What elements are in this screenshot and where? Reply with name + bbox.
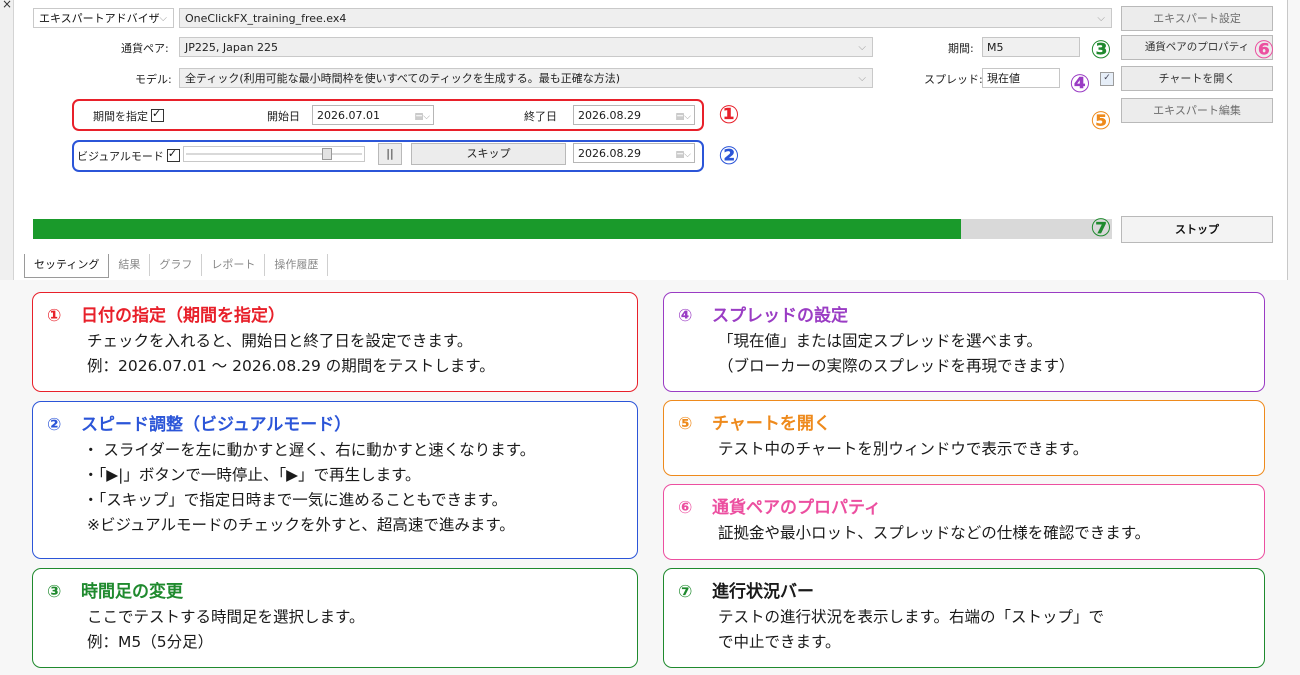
card-date-range: ① 日付の指定（期間を指定） チェックを入れると、開始日と終了日を設定できます。 … xyxy=(32,292,638,392)
end-date-value: 2026.08.29 xyxy=(578,109,641,122)
chevron-down-icon: ⌵ xyxy=(159,13,167,24)
card-title: 通貨ペアのプロパティ xyxy=(712,498,881,518)
card-line: テスト中のチャートを別ウィンドウで表示できます。 xyxy=(718,440,1089,458)
symbol-select[interactable]: JP225, Japan 225 ⌵ xyxy=(179,37,873,57)
chevron-down-icon: ⌵ xyxy=(858,73,866,84)
tab-settings[interactable]: セッティング xyxy=(24,254,110,278)
card-open-chart: ⑤ チャートを開く テスト中のチャートを別ウィンドウで表示できます。 xyxy=(663,400,1265,476)
card-number: ⑤ xyxy=(678,414,693,434)
marker-7: ⑦ xyxy=(1090,213,1112,242)
tab-graph[interactable]: グラフ xyxy=(150,254,203,276)
card-number: ① xyxy=(47,306,62,326)
modify-expert-button[interactable]: エキスパート編集 xyxy=(1121,98,1273,123)
spread-label: スプレッド: xyxy=(924,73,983,86)
card-symbol-properties: ⑥ 通貨ペアのプロパティ 証拠金や最小ロット、スプレッドなどの仕様を確認できます。 xyxy=(663,484,1265,560)
tester-type-value: エキスパートアドバイザ xyxy=(39,12,160,25)
card-line: ・「スキップ」で指定日時まで一気に進めることもできます。 xyxy=(83,491,508,509)
start-date-picker[interactable]: 2026.07.01 ▤⌵ xyxy=(312,105,434,125)
chevron-down-icon: ⌵ xyxy=(1097,13,1105,24)
card-line: テストの進行状況を表示します。右端の「ストップ」で xyxy=(718,608,1104,626)
expert-file-select[interactable]: OneClickFX_training_free.ex4 ⌵ xyxy=(179,8,1112,28)
checkbox-checked-icon[interactable] xyxy=(151,107,164,122)
card-line: チェックを入れると、開始日と終了日を設定できます。 xyxy=(87,332,473,350)
card-title: チャートを開く xyxy=(712,414,831,434)
card-line: で中止できます。 xyxy=(718,633,841,651)
marker-4: ④ xyxy=(1069,69,1091,98)
card-line: ・ スライダーを左に動かすと遅く、右に動かすと速くなります。 xyxy=(83,441,536,459)
window-left-strip: × xyxy=(0,0,14,280)
tester-tabs: セッティング 結果 グラフ レポート 操作履歴 xyxy=(24,254,329,278)
card-line: 例：M5（5分足） xyxy=(87,633,214,651)
tab-journal[interactable]: 操作履歴 xyxy=(265,254,329,276)
end-date-label: 終了日 xyxy=(524,110,557,123)
tab-results[interactable]: 結果 xyxy=(109,254,151,276)
marker-3: ③ xyxy=(1090,35,1112,64)
calendar-icon[interactable]: ▤⌵ xyxy=(676,146,691,165)
progress-bar xyxy=(33,219,1112,239)
chevron-down-icon: ⌵ xyxy=(858,42,866,53)
skip-button[interactable]: スキップ xyxy=(411,143,566,165)
card-line: 証拠金や最小ロット、スプレッドなどの仕様を確認できます。 xyxy=(718,524,1151,542)
card-title: 時間足の変更 xyxy=(81,582,183,602)
card-line: ※ビジュアルモードのチェックを外すと、超高速で進みます。 xyxy=(87,516,515,534)
expert-file-value: OneClickFX_training_free.ex4 xyxy=(185,12,347,25)
use-date-checkbox[interactable]: 期間を指定 xyxy=(93,107,164,124)
open-chart-button[interactable]: チャートを開く xyxy=(1121,66,1273,91)
tab-report[interactable]: レポート xyxy=(202,254,266,276)
close-icon[interactable]: × xyxy=(2,0,12,11)
card-title: 進行状況バー xyxy=(712,582,814,602)
card-timeframe: ③ 時間足の変更 ここでテストする時間足を選択します。 例：M5（5分足） xyxy=(32,568,638,668)
card-title: スピード調整（ビジュアルモード） xyxy=(81,415,352,435)
use-date-label: 期間を指定 xyxy=(93,110,148,123)
card-visual-speed: ② スピード調整（ビジュアルモード） ・ スライダーを左に動かすと遅く、右に動かす… xyxy=(32,401,638,559)
card-number: ④ xyxy=(678,306,693,326)
calendar-icon[interactable]: ▤⌵ xyxy=(415,108,430,127)
model-label: モデル: xyxy=(135,73,172,86)
pause-button[interactable]: || xyxy=(378,143,402,165)
visual-mode-checkbox[interactable]: ビジュアルモード xyxy=(77,147,180,164)
checkbox-checked-icon[interactable] xyxy=(166,147,180,162)
card-title: 日付の指定（期間を指定） xyxy=(81,306,285,326)
marker-1: ① xyxy=(718,100,740,129)
card-line: 「現在値」または固定スプレッドを選べます。 xyxy=(718,332,1042,350)
model-value: 全ティック(利用可能な最小時間枠を使いすべてのティックを生成する。最も正確な方法… xyxy=(185,72,621,85)
period-field[interactable]: M5 xyxy=(982,37,1080,57)
visual-mode-label: ビジュアルモード xyxy=(77,150,164,163)
card-progress: ⑦ 進行状況バー テストの進行状況を表示します。右端の「ストップ」で で中止できま… xyxy=(663,568,1265,668)
progress-fill xyxy=(33,219,961,239)
start-date-label: 開始日 xyxy=(267,110,300,123)
card-number: ⑦ xyxy=(678,582,693,602)
visual-speed-slider[interactable] xyxy=(183,146,365,162)
card-line: 例：2026.07.01 ～ 2026.08.29 の期間をテストします。 xyxy=(87,357,495,375)
slider-rail xyxy=(186,153,362,155)
stop-button[interactable]: ストップ xyxy=(1121,216,1273,243)
marker-6: ⑥ xyxy=(1253,35,1275,64)
card-number: ③ xyxy=(47,582,62,602)
marker-5: ⑤ xyxy=(1090,106,1112,135)
card-line: （ブローカーの実際のスプレッドを再現できます） xyxy=(718,357,1075,375)
spread-field[interactable]: 現在値 xyxy=(982,68,1060,88)
marker-2: ② xyxy=(718,141,740,170)
end-date-picker[interactable]: 2026.08.29 ▤⌵ xyxy=(573,105,695,125)
spread-dropdown-icon[interactable]: ✓ xyxy=(1100,72,1114,86)
card-title: スプレッドの設定 xyxy=(712,306,848,326)
expert-settings-button[interactable]: エキスパート設定 xyxy=(1121,6,1273,31)
start-date-value: 2026.07.01 xyxy=(317,109,380,122)
card-line: ここでテストする時間足を選択します。 xyxy=(87,608,365,626)
symbol-label: 通貨ペア: xyxy=(121,42,169,55)
period-label: 期間: xyxy=(948,42,974,55)
calendar-icon[interactable]: ▤⌵ xyxy=(676,108,691,127)
slider-thumb[interactable] xyxy=(321,148,332,160)
skip-to-date-value: 2026.08.29 xyxy=(578,147,641,160)
skip-to-date-picker[interactable]: 2026.08.29 ▤⌵ xyxy=(573,143,695,163)
symbol-value: JP225, Japan 225 xyxy=(185,41,279,54)
tester-type-select[interactable]: エキスパートアドバイザ ⌵ xyxy=(33,8,174,28)
card-number: ⑥ xyxy=(678,498,693,518)
card-spread: ④ スプレッドの設定 「現在値」または固定スプレッドを選べます。 （ブローカーの実… xyxy=(663,292,1265,392)
model-select[interactable]: 全ティック(利用可能な最小時間枠を使いすべてのティックを生成する。最も正確な方法… xyxy=(179,68,873,88)
strategy-tester-panel: × エキスパートアドバイザ ⌵ OneClickFX_training_free… xyxy=(0,0,1288,280)
card-number: ② xyxy=(47,415,62,435)
card-line: ・「▶|」ボタンで一時停止、「▶」で再生します。 xyxy=(83,466,421,484)
